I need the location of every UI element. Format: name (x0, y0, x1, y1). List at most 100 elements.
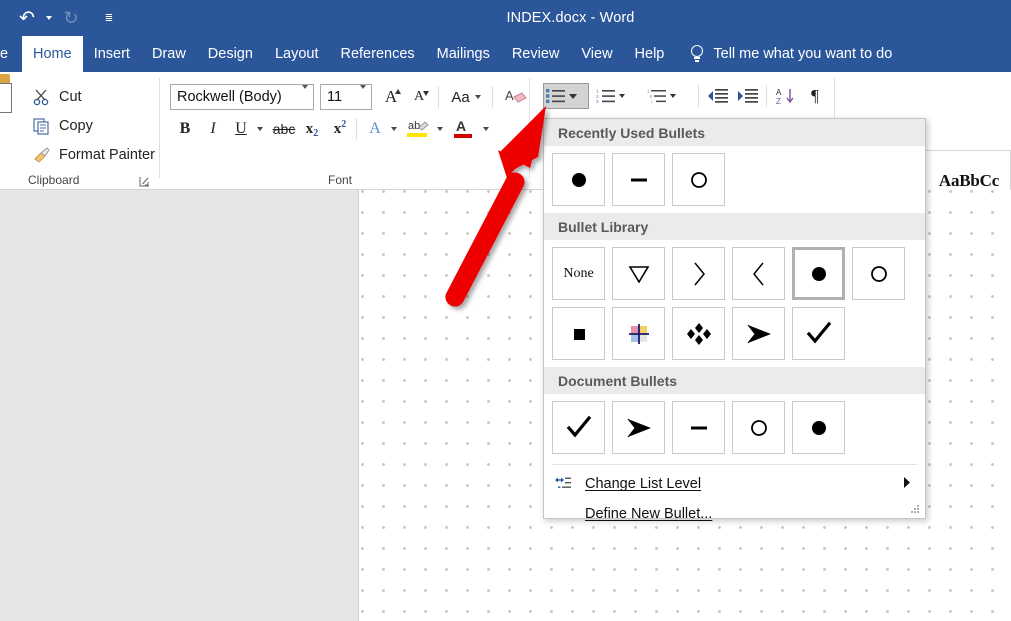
clipboard-dialog-launcher[interactable] (139, 174, 150, 187)
superscript-button[interactable]: x2 (328, 116, 352, 142)
tab-references[interactable]: References (329, 36, 425, 72)
multilevel-list-icon: 1 a i (647, 88, 667, 104)
chevron-down-icon[interactable] (569, 93, 577, 99)
library-bullet-filled-circle[interactable] (792, 247, 845, 300)
decrease-indent-button[interactable] (704, 83, 730, 109)
paintbrush-icon (32, 145, 52, 165)
recent-bullet-filled-circle[interactable] (552, 153, 605, 206)
increase-indent-button[interactable] (734, 83, 760, 109)
define-new-bullet-menu-item[interactable]: Define New Bullet... (544, 499, 925, 529)
text-effects-dropdown-button[interactable] (386, 116, 402, 142)
copy-label: Copy (59, 117, 93, 134)
svg-text:ab: ab (408, 120, 420, 132)
copy-button[interactable]: Copy (28, 111, 155, 140)
text-highlight-dropdown-button[interactable] (432, 116, 448, 142)
underline-label: U (235, 120, 247, 137)
change-case-label: Aa (451, 88, 470, 106)
tab-file-clipped[interactable]: e (0, 36, 22, 72)
library-bullet-down-triangle[interactable] (612, 247, 665, 300)
tab-view[interactable]: View (570, 36, 623, 72)
document-bullets-tiles (544, 394, 925, 461)
title-bar: ↶ ↻ ≣ INDEX.docx - Word (0, 0, 1011, 36)
submenu-arrow-icon (904, 476, 911, 492)
text-effects-button[interactable]: A (362, 116, 388, 142)
tab-home[interactable]: Home (22, 36, 83, 72)
document-bullets-header: Document Bullets (544, 367, 925, 394)
underline-button[interactable]: U (228, 116, 254, 142)
chevron-down-icon (360, 85, 366, 105)
bold-button[interactable]: B (172, 116, 198, 142)
menu-divider (552, 464, 917, 465)
document-bullet-hollow-circle[interactable] (732, 401, 785, 454)
text-highlight-button[interactable]: ab (404, 116, 432, 142)
numbering-icon: 1 2 3 (596, 88, 616, 104)
paste-button[interactable]: te (0, 74, 18, 136)
grow-font-button[interactable]: A (378, 84, 404, 110)
strikethrough-button[interactable]: abc (270, 116, 298, 142)
font-group-label: Font (327, 173, 352, 187)
strikethrough-label: abc (272, 121, 296, 137)
tab-mailings[interactable]: Mailings (426, 36, 501, 72)
tab-design[interactable]: Design (197, 36, 264, 72)
library-bullet-none[interactable]: None (552, 247, 605, 300)
chevron-down-icon[interactable] (670, 94, 676, 98)
chevron-down-icon[interactable] (619, 94, 625, 98)
library-bullet-hollow-circle[interactable] (852, 247, 905, 300)
font-color-button[interactable]: A (450, 116, 478, 142)
clipboard-group-label: Clipboard (28, 173, 80, 187)
document-bullet-arrowhead[interactable] (612, 401, 665, 454)
subscript-button[interactable]: x2 (300, 116, 324, 142)
underline-dropdown-button[interactable] (252, 116, 268, 142)
chevron-down-icon (483, 127, 489, 131)
numbering-button[interactable]: 1 2 3 (594, 83, 640, 109)
library-bullet-four-diamonds[interactable] (672, 307, 725, 360)
svg-text:i: i (652, 99, 653, 104)
library-bullet-colored-clover[interactable] (612, 307, 665, 360)
library-bullet-left-bracket[interactable] (732, 247, 785, 300)
document-bullet-checkmark[interactable] (552, 401, 605, 454)
tab-review[interactable]: Review (501, 36, 571, 72)
tab-insert[interactable]: Insert (83, 36, 141, 72)
document-bullet-filled-circle[interactable] (792, 401, 845, 454)
change-list-level-menu-item[interactable]: Change List Level (544, 469, 925, 499)
svg-text:3: 3 (596, 99, 599, 104)
format-painter-button[interactable]: Format Painter (28, 140, 155, 169)
tell-me-search[interactable]: Tell me what you want to do (675, 36, 892, 72)
multilevel-list-button[interactable]: 1 a i (645, 83, 691, 109)
style-preview: AaBbCc (938, 171, 1000, 190)
text-effects-label: A (369, 120, 381, 137)
cut-button[interactable]: Cut (28, 82, 155, 111)
lightbulb-icon (689, 45, 705, 63)
italic-button[interactable]: I (200, 116, 226, 142)
library-bullet-filled-square[interactable] (552, 307, 605, 360)
library-bullet-arrowhead[interactable] (732, 307, 785, 360)
library-bullet-checkmark[interactable] (792, 307, 845, 360)
cut-label: Cut (59, 88, 82, 105)
sort-button[interactable]: A Z (772, 83, 798, 109)
superscript-label: x (333, 120, 342, 137)
bullets-button[interactable] (543, 83, 589, 109)
shrink-font-button[interactable]: A (406, 84, 432, 110)
recently-used-bullets-header: Recently Used Bullets (544, 119, 925, 146)
bullets-dropdown-panel: Recently Used Bullets Bullet Library Non… (543, 118, 926, 522)
font-size-combo[interactable]: 11 (320, 84, 372, 110)
show-formatting-marks-button[interactable]: ¶ (802, 83, 828, 109)
tab-draw[interactable]: Draw (141, 36, 197, 72)
recent-bullet-dash[interactable] (612, 153, 665, 206)
font-name-value: Rockwell (Body) (177, 89, 282, 105)
document-title: INDEX.docx - Word (506, 10, 635, 26)
font-color-dropdown-button[interactable] (478, 116, 494, 142)
library-bullet-right-bracket[interactable] (672, 247, 725, 300)
tab-help[interactable]: Help (624, 36, 676, 72)
font-dialog-launcher[interactable] (513, 174, 524, 187)
chevron-down-icon (257, 127, 263, 131)
format-painter-label: Format Painter (59, 146, 155, 163)
document-bullet-dash[interactable] (672, 401, 725, 454)
panel-resize-grip[interactable] (911, 505, 920, 514)
clear-formatting-button[interactable]: A (500, 84, 530, 110)
change-case-button[interactable]: Aa (446, 84, 486, 110)
font-name-combo[interactable]: Rockwell (Body) (170, 84, 314, 110)
define-new-bullet-label: Define New Bullet... (585, 506, 713, 522)
recent-bullet-hollow-circle[interactable] (672, 153, 725, 206)
tab-layout[interactable]: Layout (264, 36, 330, 72)
